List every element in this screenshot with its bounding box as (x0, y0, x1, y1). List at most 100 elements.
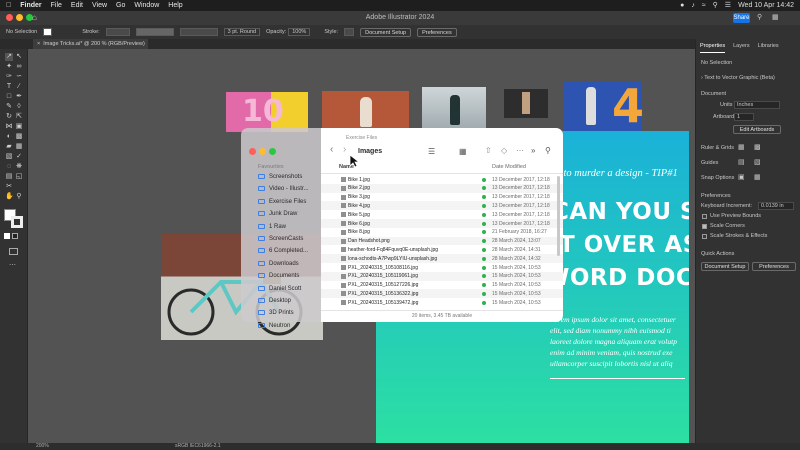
preferences-button[interactable]: Preferences (417, 27, 457, 37)
file-row[interactable]: Bike 1.jpg 13 December 2017, 12:18 (321, 175, 563, 184)
snap-grid-icon[interactable]: ▦ (754, 173, 761, 181)
column-date-header[interactable]: Date Modified (492, 164, 526, 170)
hand-tool-icon[interactable]: ✋ (5, 193, 14, 201)
finder-search-icon[interactable]: ⚲ (545, 146, 551, 155)
file-row[interactable]: PXL_20240315_105127226.jpg 15 March 2024,… (321, 281, 563, 290)
blend-tool-icon[interactable]: ◌ (5, 163, 13, 171)
line-tool-icon[interactable]: ∕ (15, 83, 23, 91)
eraser-tool-icon[interactable]: ◊ (15, 103, 23, 111)
selection-tool-icon[interactable]: ↗ (5, 53, 13, 61)
text-to-vector-link[interactable]: › Text to Vector Graphic (Beta) (701, 75, 775, 81)
menu-window[interactable]: Window (134, 2, 159, 9)
tab-libraries[interactable]: Libraries (758, 43, 779, 53)
variable-width-field[interactable] (135, 28, 174, 36)
menubar-clock[interactable]: Wed 10 Apr 14:42 (738, 0, 794, 11)
slice-tool-icon[interactable]: ✂ (5, 183, 13, 191)
document-tab[interactable]: × Image Tricks.ai* @ 200 % (RGB/Preview) (33, 39, 148, 49)
shape-builder-tool-icon[interactable]: ◐ (5, 133, 13, 141)
sidebar-item[interactable]: Desktop (258, 296, 291, 306)
swap-fill-stroke-icon[interactable] (4, 233, 10, 239)
sidebar-item[interactable]: Junk Draw (258, 209, 297, 219)
width-tool-icon[interactable]: ⋈ (5, 123, 13, 131)
artboard-tool-icon[interactable]: ◱ (15, 173, 23, 181)
finder-minimize-button[interactable] (259, 148, 266, 155)
file-row[interactable]: Bike 8.jpg 21 February 2018, 16:27 (321, 228, 563, 237)
menu-view[interactable]: View (92, 2, 107, 9)
file-row[interactable]: PXL_20240315_105108116.jpg 15 March 2024,… (321, 263, 563, 272)
fill-swatch[interactable] (43, 28, 53, 36)
shaper-tool-icon[interactable]: ✎ (5, 103, 13, 111)
finder-zoom-button[interactable] (269, 148, 276, 155)
type-tool-icon[interactable]: T (5, 83, 13, 91)
list-view-icon[interactable]: ☰ (428, 147, 435, 156)
direct-selection-tool-icon[interactable]: ↖ (15, 53, 23, 61)
status-icon[interactable]: ● (680, 0, 684, 11)
finder-close-button[interactable] (249, 148, 256, 155)
sidebar-item[interactable]: Screenshots (258, 172, 302, 182)
graph-tool-icon[interactable]: ▤ (5, 173, 13, 181)
forward-icon[interactable]: › (343, 144, 346, 155)
tab-properties[interactable]: Properties (700, 43, 726, 53)
menu-app-name[interactable]: Finder (20, 2, 41, 9)
artboard-field[interactable]: 1 (734, 113, 754, 121)
expand-icon[interactable]: » (531, 146, 535, 155)
scale-corners-checkbox[interactable] (702, 224, 707, 229)
draw-mode-icon[interactable] (9, 248, 18, 255)
scrollbar[interactable] (557, 176, 560, 256)
stroke-profile-dropdown[interactable]: 3 pt. Round (223, 28, 261, 36)
photo-wood-wall[interactable] (322, 91, 409, 133)
lasso-tool-icon[interactable]: ∞ (15, 63, 23, 71)
use-preview-bounds-checkbox[interactable] (702, 214, 707, 219)
file-row[interactable]: Bike 6.jpg 13 December 2017, 12:18 (321, 219, 563, 228)
sidebar-item[interactable]: Downloads (258, 259, 299, 269)
photo-blue-wall-bike[interactable]: 4 (564, 79, 644, 137)
photo-dark-cyclist[interactable] (504, 89, 548, 118)
close-tab-icon[interactable]: × (37, 41, 40, 47)
zoom-tool-icon[interactable]: ⚲ (15, 193, 23, 201)
photo-yellow-ten[interactable]: 10 (226, 92, 308, 132)
snap-point-icon[interactable]: ▣ (738, 173, 745, 181)
eyedropper-tool-icon[interactable]: ✓ (15, 153, 23, 161)
tag-icon[interactable]: ◇ (501, 146, 507, 155)
sidebar-item[interactable]: Documents (258, 271, 299, 281)
group-icon[interactable]: ▦ (459, 147, 467, 156)
stroke-weight-field[interactable] (105, 28, 130, 36)
sidebar-item[interactable]: Neutron (258, 321, 290, 331)
zoom-level[interactable]: 200% (36, 443, 49, 449)
more-icon[interactable]: ⋯ (516, 146, 524, 155)
menu-file[interactable]: File (51, 2, 62, 9)
default-colors-icon[interactable] (12, 233, 18, 239)
keyboard-increment-field[interactable]: 0.0139 in (758, 202, 794, 210)
arrange-icon[interactable]: ▦ (772, 13, 779, 21)
menu-go[interactable]: Go (116, 2, 125, 9)
wifi-icon[interactable]: ≈ (702, 0, 706, 11)
mesh-tool-icon[interactable]: ▦ (15, 143, 23, 151)
file-row[interactable]: PXL_20240315_105119061.jpg 15 March 2024,… (321, 271, 563, 281)
file-row[interactable]: Bike 3.jpg 13 December 2017, 12:18 (321, 193, 563, 202)
finder-window[interactable]: Favourites Screenshots Video - Illustr...… (241, 128, 563, 329)
free-transform-tool-icon[interactable]: ▣ (15, 123, 23, 131)
edit-artboards-button[interactable]: Edit Artboards (733, 125, 781, 134)
sidebar-item[interactable]: Exercise Files (258, 197, 306, 207)
tab-layers[interactable]: Layers (733, 43, 750, 53)
document-setup-panel-button[interactable]: Document Setup (701, 262, 749, 271)
style-swatch[interactable] (344, 28, 355, 36)
sidebar-item[interactable]: 1 Raw (258, 222, 286, 232)
units-dropdown[interactable]: Inches (734, 101, 780, 109)
preferences-panel-button[interactable]: Preferences (752, 262, 796, 271)
back-icon[interactable]: ‹ (330, 144, 333, 155)
file-row[interactable]: Bike 4.jpg 13 December 2017, 12:18 (321, 201, 563, 211)
brush-definition-field[interactable] (179, 28, 218, 36)
control-center-icon[interactable]: ☰ (725, 0, 731, 11)
rotate-tool-icon[interactable]: ↻ (5, 113, 13, 121)
file-row[interactable]: heather-ford-Fq84Fquvq0E-unsplash.jpg 28 … (321, 245, 563, 254)
file-row[interactable]: PXL_20240315_105139472.jpg 15 March 2024,… (321, 298, 563, 307)
grid-icon[interactable]: ▩ (754, 143, 761, 151)
search-icon[interactable]: ⚲ (713, 0, 718, 11)
apple-icon[interactable]:  (6, 2, 11, 9)
rectangle-tool-icon[interactable]: □ (5, 93, 13, 101)
pen-tool-icon[interactable]: ✑ (5, 73, 13, 81)
menu-help[interactable]: Help (168, 2, 182, 9)
volume-icon[interactable]: ♪ (691, 0, 695, 11)
sidebar-item[interactable]: 3D Prints (258, 308, 294, 318)
